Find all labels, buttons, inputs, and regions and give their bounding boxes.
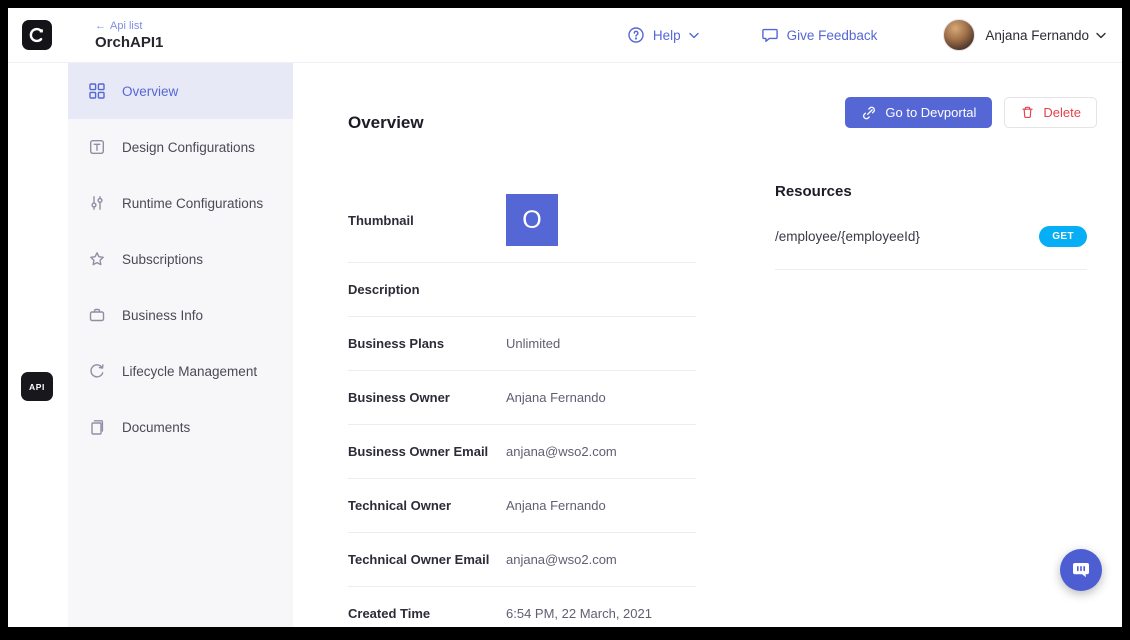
sidebar-item-label: Overview — [122, 84, 178, 99]
grid-icon — [88, 82, 106, 100]
trash-icon — [1020, 105, 1035, 120]
field-row-business-owner-email: Business Owner Email anjana@wso2.com — [348, 425, 696, 479]
refresh-cycle-icon — [88, 362, 106, 380]
api-name-title: OrchAPI1 — [95, 34, 163, 51]
help-icon — [627, 26, 645, 44]
field-row-technical-owner: Technical Owner Anjana Fernando — [348, 479, 696, 533]
field-row-description: Description — [348, 263, 696, 317]
resource-row: /employee/{employeeId} GET — [775, 226, 1087, 270]
sidebar-item-subscriptions[interactable]: Subscriptions — [68, 231, 293, 287]
choreo-logo-icon — [26, 24, 48, 46]
sidebar-item-label: Design Configurations — [122, 140, 255, 155]
api-mode-badge: API — [21, 372, 53, 401]
sidebar-item-label: Lifecycle Management — [122, 364, 257, 379]
user-menu[interactable]: Anjana Fernando — [985, 28, 1106, 43]
chevron-down-icon — [689, 32, 699, 39]
sidebar-item-runtime-configurations[interactable]: Runtime Configurations — [68, 175, 293, 231]
app-logo[interactable] — [22, 20, 52, 50]
thumbnail-letter: O — [522, 206, 541, 235]
field-label: Description — [348, 282, 506, 297]
field-row-thumbnail: Thumbnail O — [348, 178, 696, 263]
chat-bubble-icon — [1071, 560, 1091, 580]
page-actions: Go to Devportal Delete — [845, 97, 1097, 128]
overview-fields: Thumbnail O Description Business Plans U… — [348, 178, 696, 627]
back-to-api-list-link[interactable]: ← Api list — [95, 20, 163, 32]
field-value: anjana@wso2.com — [506, 552, 617, 567]
field-label: Business Plans — [348, 336, 506, 351]
field-value: Unlimited — [506, 336, 560, 351]
sidebar-item-label: Documents — [122, 420, 190, 435]
feedback-chat-icon — [761, 26, 779, 44]
top-header: ← Api list OrchAPI1 Help — [8, 8, 1122, 63]
go-to-devportal-button[interactable]: Go to Devportal — [845, 97, 992, 128]
help-label: Help — [653, 28, 681, 43]
briefcase-icon — [88, 306, 106, 324]
http-method-badge: GET — [1039, 226, 1087, 247]
field-row-technical-owner-email: Technical Owner Email anjana@wso2.com — [348, 533, 696, 587]
delete-label: Delete — [1043, 105, 1081, 120]
sidebar-nav: Overview Design Configurations Runtime C… — [68, 63, 293, 627]
sidebar-item-documents[interactable]: Documents — [68, 399, 293, 455]
header-right-cluster: Help Give Feedback Anjana Fernando — [627, 19, 1106, 51]
sidebar-item-overview[interactable]: Overview — [68, 63, 293, 119]
sidebar-item-business-info[interactable]: Business Info — [68, 287, 293, 343]
document-icon — [88, 418, 106, 436]
sidebar-item-design-configurations[interactable]: Design Configurations — [68, 119, 293, 175]
chevron-down-icon — [1096, 32, 1106, 39]
field-value: anjana@wso2.com — [506, 444, 617, 459]
resources-panel: Resources /employee/{employeeId} GET — [775, 183, 1087, 270]
field-value: Anjana Fernando — [506, 498, 606, 513]
field-row-business-plans: Business Plans Unlimited — [348, 317, 696, 371]
main-content: Go to Devportal Delete Overview Thumbnai… — [293, 63, 1122, 627]
api-header-block: ← Api list OrchAPI1 — [95, 20, 163, 51]
sidebar-item-lifecycle-management[interactable]: Lifecycle Management — [68, 343, 293, 399]
field-label: Technical Owner Email — [348, 552, 506, 567]
field-label: Technical Owner — [348, 498, 506, 513]
field-row-business-owner: Business Owner Anjana Fernando — [348, 371, 696, 425]
help-menu[interactable]: Help — [627, 26, 699, 44]
sliders-icon — [88, 194, 106, 212]
delete-button[interactable]: Delete — [1004, 97, 1097, 128]
field-label: Business Owner Email — [348, 444, 506, 459]
back-arrow-icon: ← — [95, 20, 106, 32]
support-chat-button[interactable] — [1060, 549, 1102, 591]
sidebar-item-label: Subscriptions — [122, 252, 203, 267]
field-value: 6:54 PM, 22 March, 2021 — [506, 606, 652, 621]
api-thumbnail: O — [506, 194, 558, 246]
text-box-icon — [88, 138, 106, 156]
left-rail: API — [8, 63, 68, 627]
field-value: Anjana Fernando — [506, 390, 606, 405]
app-window: ← Api list OrchAPI1 Help — [0, 0, 1130, 640]
give-feedback-label: Give Feedback — [787, 28, 878, 43]
give-feedback-button[interactable]: Give Feedback — [761, 26, 878, 44]
user-name: Anjana Fernando — [985, 28, 1089, 43]
field-label: Thumbnail — [348, 213, 506, 228]
field-label: Created Time — [348, 606, 506, 621]
star-icon — [88, 250, 106, 268]
resources-title: Resources — [775, 183, 1087, 200]
sidebar-item-label: Runtime Configurations — [122, 196, 263, 211]
field-row-created-time: Created Time 6:54 PM, 22 March, 2021 — [348, 587, 696, 627]
user-avatar[interactable] — [943, 19, 975, 51]
go-to-devportal-label: Go to Devportal — [885, 105, 976, 120]
resource-path: /employee/{employeeId} — [775, 229, 920, 244]
link-icon — [861, 105, 877, 121]
field-label: Business Owner — [348, 390, 506, 405]
sidebar-item-label: Business Info — [122, 308, 203, 323]
back-link-label: Api list — [110, 20, 142, 32]
